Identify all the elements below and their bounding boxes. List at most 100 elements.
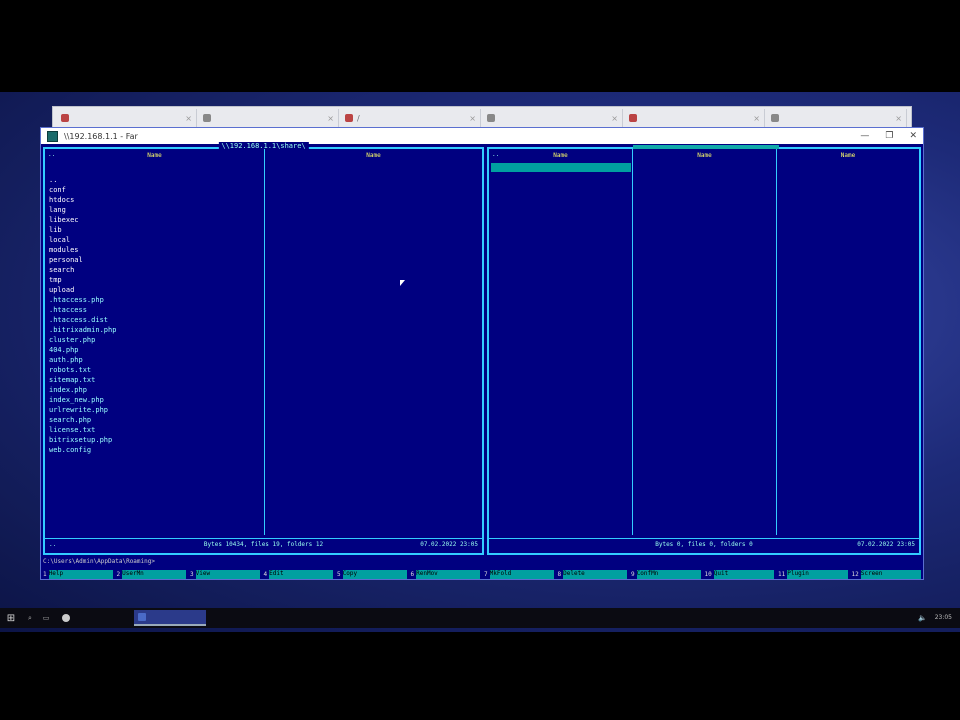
right-column-3: Name	[777, 149, 919, 535]
file-list-item[interactable]: personal	[49, 255, 116, 265]
file-list-item[interactable]: index_new.php	[49, 395, 116, 405]
command-line[interactable]: C:\Users\Admin\AppData\Roaming>	[43, 558, 155, 565]
clock[interactable]: 23:05	[935, 614, 952, 622]
function-key-7[interactable]: 7 MkFold	[484, 569, 554, 579]
browser-tab[interactable]: ×	[57, 109, 197, 127]
file-list-item[interactable]: auth.php	[49, 355, 116, 365]
function-key-bar: 1 Help 2 UserMn 3 View 4 Edit 5 Copy 6 RenMov 7 MkFol…	[43, 569, 921, 579]
status-summary: Bytes 10434, files 19, folders 12	[203, 541, 324, 548]
volume-icon[interactable]: 🔈	[918, 614, 927, 622]
taskbar-app-browser[interactable]	[58, 610, 130, 626]
right-panel-status: Bytes 0, files 0, folders 0 07.02.2022 2…	[489, 538, 919, 551]
maximize-icon[interactable]: ❐	[885, 131, 893, 141]
start-button[interactable]: ⊞	[0, 613, 22, 624]
file-list-item[interactable]: htdocs	[49, 195, 116, 205]
task-view-icon[interactable]: ▭	[38, 614, 54, 622]
function-key-8[interactable]: 8 Delete	[558, 569, 627, 579]
function-key-label: Quit	[713, 569, 774, 579]
file-list-item[interactable]: bitrixsetup.php	[49, 435, 116, 445]
file-list-item[interactable]: license.txt	[49, 425, 116, 435]
function-key-3[interactable]: 3 View	[190, 569, 260, 579]
browser-tab[interactable]: ×	[625, 109, 765, 127]
function-key-6[interactable]: 6 RenMov	[411, 569, 480, 579]
function-key-label: UserMn	[122, 569, 186, 579]
file-list-item[interactable]: robots.txt	[49, 365, 116, 375]
taskbar: ⊞ ⌕ ▭ 🔈 23:05	[0, 608, 960, 628]
function-key-label: Delete	[563, 569, 627, 579]
left-column-1: .. Name .. conf htdocs lang libexec lib local m…	[45, 149, 265, 535]
search-icon[interactable]: ⌕	[22, 614, 38, 623]
left-file-list[interactable]: .. conf htdocs lang libexec lib local modules pe…	[49, 175, 116, 455]
close-tab-icon[interactable]: ×	[327, 114, 334, 123]
file-list-item[interactable]: conf	[49, 185, 116, 195]
function-key-2[interactable]: 2 UserMn	[117, 569, 186, 579]
file-list-item[interactable]: web.config	[49, 445, 116, 455]
function-key-10[interactable]: 10 Quit	[704, 569, 774, 579]
column-header: Name	[147, 152, 162, 159]
function-key-1[interactable]: 1 Help	[43, 569, 113, 579]
favicon-icon	[345, 114, 353, 122]
column-header: Name	[697, 152, 712, 159]
browser-tab-title: /	[357, 113, 360, 123]
file-list-item[interactable]: 404.php	[49, 345, 116, 355]
close-tab-icon[interactable]: ×	[611, 114, 618, 123]
favicon-icon	[61, 114, 69, 122]
function-key-4[interactable]: 4 Edit	[264, 569, 333, 579]
file-list-item[interactable]: search	[49, 265, 116, 275]
file-list-item[interactable]: lang	[49, 205, 116, 215]
function-key-label: Copy	[342, 569, 407, 579]
file-list-item[interactable]: cluster.php	[49, 335, 116, 345]
left-column-2: Name	[265, 149, 482, 535]
file-list-item[interactable]: search.php	[49, 415, 116, 425]
close-icon[interactable]: ✕	[909, 131, 917, 141]
column-header: Name	[553, 152, 568, 159]
far-manager-window: \\192.168.1.1 - Far — ❐ ✕ \\192.168.1.1\…	[40, 127, 924, 580]
file-list-item[interactable]: modules	[49, 245, 116, 255]
close-tab-icon[interactable]: ×	[185, 114, 192, 123]
function-key-label: Screen	[860, 569, 921, 579]
left-panel[interactable]: \\192.168.1.1\share\ .. Name .. conf htdoc…	[43, 142, 484, 555]
window-title: \\192.168.1.1 - Far	[64, 131, 138, 141]
file-list-item[interactable]: sitemap.txt	[49, 375, 116, 385]
favicon-icon	[203, 114, 211, 122]
browser-tab[interactable]: ×	[767, 109, 907, 127]
file-list-item[interactable]: ..	[49, 175, 116, 185]
file-list-item[interactable]: .bitrixadmin.php	[49, 325, 116, 335]
favicon-icon	[487, 114, 495, 122]
minimize-icon[interactable]: —	[860, 131, 869, 141]
file-list-item[interactable]: lib	[49, 225, 116, 235]
browser-tab[interactable]: ×	[199, 109, 339, 127]
browser-tab[interactable]: ×	[483, 109, 623, 127]
file-list-item[interactable]: tmp	[49, 275, 116, 285]
close-tab-icon[interactable]: ×	[895, 114, 902, 123]
status-datetime: 07.02.2022 23:05	[420, 541, 478, 548]
function-key-5[interactable]: 5 Copy	[337, 569, 407, 579]
function-key-label: View	[195, 569, 260, 579]
far-app-icon	[47, 130, 58, 142]
function-key-12[interactable]: 12 Screen	[852, 569, 921, 579]
function-key-11[interactable]: 11 Plugin	[778, 569, 848, 579]
panel-cursor[interactable]	[491, 163, 631, 172]
window-titlebar[interactable]: \\192.168.1.1 - Far — ❐ ✕	[41, 128, 923, 144]
file-list-item[interactable]: libexec	[49, 215, 116, 225]
function-key-label: RenMov	[416, 569, 480, 579]
function-key-number: 10	[704, 570, 712, 578]
function-key-9[interactable]: 9 ConfMn	[631, 569, 701, 579]
file-list-item[interactable]: urlrewrite.php	[49, 405, 116, 415]
file-list-item[interactable]: local	[49, 235, 116, 245]
status-datetime: 07.02.2022 23:05	[857, 541, 915, 548]
close-tab-icon[interactable]: ×	[469, 114, 476, 123]
taskbar-app-far[interactable]	[134, 610, 206, 626]
browser-icon	[62, 614, 70, 622]
file-list-item[interactable]: .htaccess.php	[49, 295, 116, 305]
file-list-item[interactable]: .htaccess.dist	[49, 315, 116, 325]
favicon-icon	[771, 114, 779, 122]
file-list-item[interactable]: .htaccess	[49, 305, 116, 315]
right-panel[interactable]: .. Name Name Name Bytes 0, files 0, fold…	[487, 145, 921, 555]
close-tab-icon[interactable]: ×	[753, 114, 760, 123]
file-list-item[interactable]: upload	[49, 285, 116, 295]
browser-tab[interactable]: / ×	[341, 109, 481, 127]
file-list-item[interactable]: index.php	[49, 385, 116, 395]
right-column-1: .. Name	[489, 149, 633, 535]
system-tray: 🔈 23:05	[918, 614, 960, 622]
